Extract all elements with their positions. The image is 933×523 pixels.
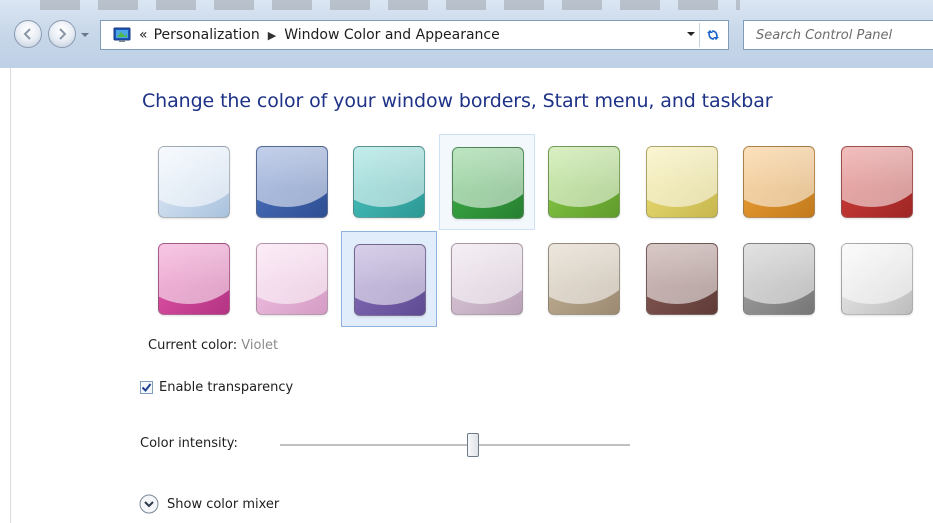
refresh-icon[interactable] <box>704 26 722 44</box>
color-swatch[interactable] <box>829 231 925 327</box>
address-toolbar: « Personalization ▶ Window Color and App… <box>0 0 933 68</box>
checkmark-icon <box>141 383 152 393</box>
color-swatch-tile[interactable] <box>743 146 815 218</box>
color-swatch-tile[interactable] <box>840 243 913 315</box>
color-swatch-tile[interactable] <box>840 146 913 218</box>
color-swatch[interactable] <box>146 231 242 327</box>
color-intensity-label: Color intensity: <box>140 436 238 451</box>
color-swatch-tile[interactable] <box>255 243 328 315</box>
address-dropdown-icon[interactable] <box>686 29 696 39</box>
color-swatch-tile[interactable] <box>354 244 426 316</box>
ghost-text-strip <box>40 0 740 10</box>
slider-track[interactable] <box>280 444 630 447</box>
enable-transparency-option[interactable]: Enable transparency <box>140 380 293 395</box>
color-swatch[interactable] <box>536 134 632 230</box>
color-swatch[interactable] <box>829 134 925 230</box>
color-swatch-tile[interactable] <box>451 147 524 219</box>
window-frame-edge <box>10 68 11 523</box>
color-swatch[interactable] <box>244 134 340 230</box>
color-swatch-tile[interactable] <box>158 243 230 315</box>
color-swatch-tile[interactable] <box>255 146 328 218</box>
color-swatch-tile[interactable] <box>743 243 815 315</box>
breadcrumb-personalization[interactable]: Personalization <box>154 27 260 43</box>
color-swatch[interactable] <box>439 231 535 327</box>
current-color-label: Current color: <box>148 338 238 353</box>
recent-pages-dropdown-icon[interactable] <box>80 30 90 40</box>
color-swatch-tile[interactable] <box>353 146 425 218</box>
color-swatch-tile[interactable] <box>450 243 523 315</box>
color-swatch[interactable] <box>341 231 437 327</box>
color-swatch[interactable] <box>536 231 632 327</box>
color-swatch[interactable] <box>146 134 242 230</box>
breadcrumb-overflow[interactable]: « <box>139 27 148 43</box>
breadcrumb-window-color[interactable]: Window Color and Appearance <box>284 27 500 43</box>
color-swatch[interactable] <box>438 134 535 230</box>
search-box[interactable] <box>743 20 933 50</box>
color-swatch-tile[interactable] <box>645 146 718 218</box>
chevron-down-icon[interactable] <box>139 494 159 514</box>
color-swatch-tile[interactable] <box>548 243 620 315</box>
breadcrumb: « Personalization ▶ Window Color and App… <box>139 27 500 43</box>
address-divider <box>699 23 700 47</box>
current-color-value: Violet <box>241 338 279 353</box>
color-swatch[interactable] <box>731 231 827 327</box>
control-panel-icon <box>113 27 131 42</box>
color-swatch[interactable] <box>634 231 730 327</box>
current-color: Current color: Violet <box>148 338 278 353</box>
color-swatch[interactable] <box>731 134 827 230</box>
back-button[interactable] <box>14 20 42 48</box>
color-swatch-tile[interactable] <box>158 146 230 218</box>
color-swatch-tile[interactable] <box>548 146 620 218</box>
slider-thumb[interactable] <box>466 433 479 457</box>
forward-arrow-icon <box>59 28 67 40</box>
show-color-mixer-label: Show color mixer <box>167 496 280 512</box>
forward-button[interactable] <box>48 20 76 48</box>
show-color-mixer-toggle[interactable]: Show color mixer <box>139 494 279 514</box>
breadcrumb-separator-icon[interactable]: ▶ <box>268 29 276 42</box>
address-field[interactable]: « Personalization ▶ Window Color and App… <box>100 20 729 50</box>
color-swatch[interactable] <box>341 134 437 230</box>
color-intensity-slider[interactable] <box>280 432 630 460</box>
transparency-checkbox[interactable] <box>140 381 153 394</box>
transparency-label: Enable transparency <box>159 380 294 395</box>
back-arrow-icon <box>23 28 31 40</box>
color-swatch[interactable] <box>244 231 340 327</box>
color-swatch-tile[interactable] <box>645 243 718 315</box>
color-swatch[interactable] <box>634 134 730 230</box>
search-input[interactable] <box>754 26 928 44</box>
page-title: Change the color of your window borders,… <box>142 90 773 112</box>
